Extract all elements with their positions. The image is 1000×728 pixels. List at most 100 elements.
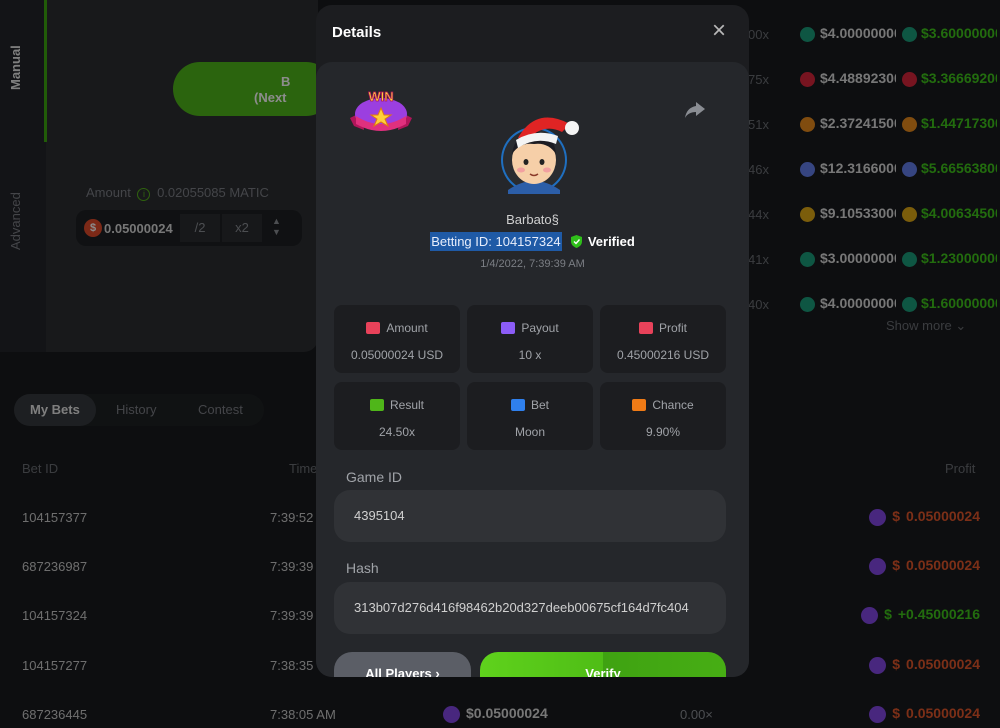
coin-icon <box>800 162 815 177</box>
win-badge-icon: WIN <box>350 89 412 131</box>
close-icon[interactable]: × <box>710 19 728 43</box>
col-time: Time <box>289 461 318 476</box>
payout-value: 00x <box>748 27 769 42</box>
profit-cell: $0.05000024 <box>869 557 980 575</box>
all-players-button[interactable]: All Players › <box>334 652 471 677</box>
list-item[interactable]: 51x $2.37241500 $1.44717300 <box>740 115 1000 135</box>
bet-id-cell: 104157377 <box>22 510 88 525</box>
half-button[interactable]: /2 <box>180 214 220 242</box>
tab-advanced[interactable]: Advanced <box>8 192 23 250</box>
chart-icon <box>369 399 384 411</box>
coin-icon <box>800 297 815 312</box>
bets-tabs: My Bets History Contest <box>14 394 264 426</box>
amount-value[interactable]: 0.05000024 <box>104 221 180 236</box>
bet-value: $3.00000000 <box>820 250 896 266</box>
mode-tabs: Manual Advanced <box>0 0 47 352</box>
payout-value: 40x <box>748 297 769 312</box>
bet-id-cell: 104157324 <box>22 608 88 623</box>
betting-id[interactable]: Betting ID: 104157324 <box>430 232 562 251</box>
list-item[interactable]: 41x $3.00000000 $1.23000000 <box>740 250 1000 270</box>
show-more-label: Show more <box>886 318 952 333</box>
bet-id-cell: 687236987 <box>22 559 88 574</box>
polygon-coin-icon <box>869 656 887 674</box>
share-icon[interactable] <box>684 100 706 120</box>
stat-value: 0.45000216 USD <box>616 348 710 362</box>
list-item[interactable]: 40x $4.00000000 $1.60000000 <box>740 295 1000 315</box>
username: Barbato§ <box>506 212 559 227</box>
stat-label: Result <box>334 398 460 412</box>
amount-label: Amount i 0.02055085 MATIC <box>86 185 269 201</box>
bet-button[interactable]: B (Next <box>173 62 333 116</box>
list-item[interactable]: 46x $12.31660000 $5.66563800 <box>740 160 1000 180</box>
stat-payout: Payout 10 x <box>467 305 593 373</box>
stat-value: 9.90% <box>645 425 681 439</box>
coin-icon <box>800 252 815 267</box>
coin-icon <box>902 117 917 132</box>
coins-icon <box>366 322 381 334</box>
polygon-coin-icon <box>861 606 879 624</box>
coin-icon <box>902 252 917 267</box>
profit-cell: $ +0.45000216 <box>861 606 980 624</box>
profit-cell-value: +0.45000216 <box>897 606 980 622</box>
amount-label-text: Amount <box>86 185 131 200</box>
coin-icon <box>800 72 815 87</box>
time-cell: 7:38:05 AM <box>270 707 336 722</box>
dollar-coin-icon: $ <box>84 219 102 237</box>
details-modal: Details × WIN Barbato§ Betting ID: 10415… <box>316 5 749 677</box>
stat-value: Moon <box>514 425 546 439</box>
profit-value: $1.23000000 <box>921 250 997 266</box>
verified-label: Verified <box>587 234 635 249</box>
col-bet-id: Bet ID <box>22 461 59 476</box>
col-profit: Profit <box>945 461 976 476</box>
stat-label: Chance <box>600 398 726 412</box>
polygon-coin-icon <box>869 705 887 723</box>
stat-label-text: Chance <box>652 398 694 412</box>
coin-icon <box>902 207 917 222</box>
win-badge-text: WIN <box>368 89 393 104</box>
payout-value: 44x <box>748 207 769 222</box>
card-icon <box>501 322 516 334</box>
verified-shield-icon <box>571 235 583 248</box>
payout-value: 46x <box>748 162 769 177</box>
active-tab-indicator <box>44 0 47 142</box>
tab-manual[interactable]: Manual <box>8 45 23 90</box>
coin-icon <box>902 72 917 87</box>
coin-icon <box>800 117 815 132</box>
time-cell: 7:38:35 <box>270 658 314 673</box>
double-button[interactable]: x2 <box>222 214 262 242</box>
payout-value: 75x <box>748 72 769 87</box>
profit-cell-value: 0.05000024 <box>906 705 980 721</box>
payout-value: 51x <box>748 117 769 132</box>
info-icon[interactable]: i <box>137 188 151 201</box>
payout-value: 41x <box>748 252 769 267</box>
tab-my-bets[interactable]: My Bets <box>14 394 96 426</box>
time-cell: 7:39:52 <box>270 510 314 525</box>
stat-label: Bet <box>467 398 593 412</box>
ticket-icon <box>510 399 525 411</box>
game-id-field[interactable]: 4395104 <box>334 490 726 542</box>
time-cell: 7:39:39 <box>270 608 314 623</box>
stat-chance: Chance 9.90% <box>600 382 726 450</box>
profit-icon <box>638 322 653 334</box>
list-item[interactable]: 00x $4.00000000 $3.60000000 <box>740 25 1000 45</box>
list-item[interactable]: 44x $9.10533000 $4.00634500 <box>740 205 1000 225</box>
coin-icon <box>800 207 815 222</box>
game-id-label: Game ID <box>346 469 403 485</box>
stat-label: Amount <box>334 321 460 335</box>
list-item[interactable]: 75x $4.48892300 $3.36669200 <box>740 70 1000 90</box>
table-row[interactable]: 687236445 7:38:05 AM $0.05000024 0.00× $0.05… <box>0 705 1000 728</box>
profit-cell-value: 0.05000024 <box>906 656 980 672</box>
amount-cell: $0.05000024 <box>443 705 548 723</box>
tab-contest[interactable]: Contest <box>182 394 259 426</box>
stat-label-text: Bet <box>530 398 549 412</box>
all-players-label: All Players <box>365 666 432 677</box>
amount-input[interactable]: $ 0.05000024 /2 x2 ▲ ▼ <box>76 210 302 246</box>
show-more-button[interactable]: Show more ⌄ <box>886 318 966 334</box>
verify-button[interactable]: Verify <box>480 652 726 677</box>
profit-cell-value: 0.05000024 <box>906 557 980 573</box>
bet-id-cell: 687236445 <box>22 707 88 722</box>
hash-field[interactable]: 313b07d276d416f98462b20d327deeb00675cf16… <box>334 582 726 634</box>
coin-icon <box>902 27 917 42</box>
stepper-arrows-icon[interactable]: ▲ ▼ <box>272 216 281 238</box>
tab-history[interactable]: History <box>100 394 172 426</box>
